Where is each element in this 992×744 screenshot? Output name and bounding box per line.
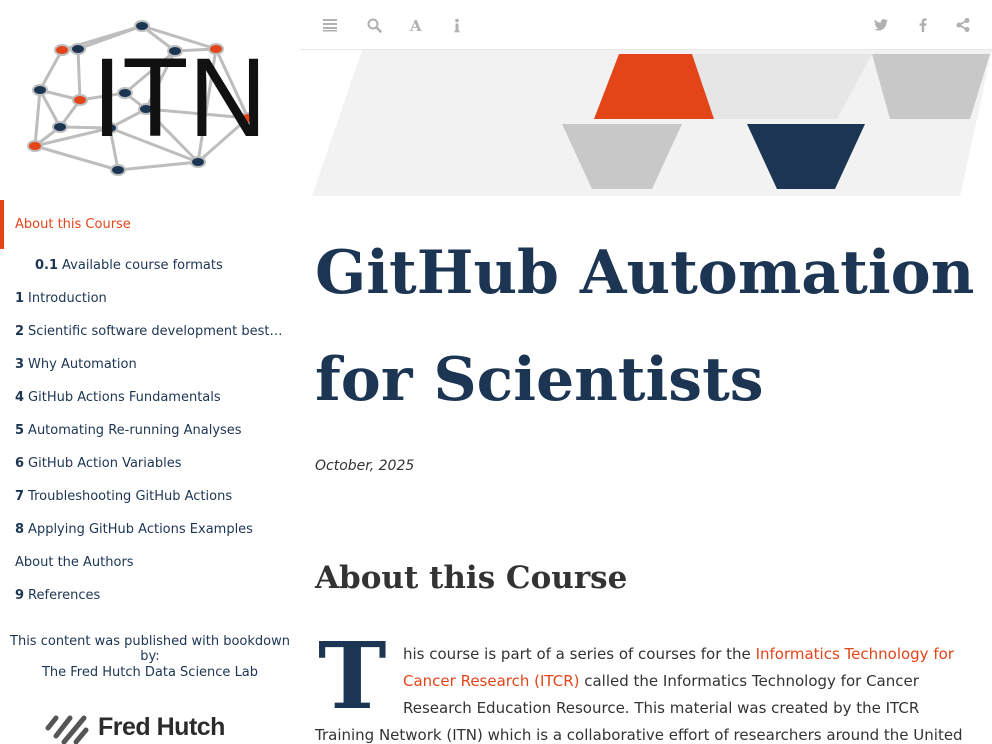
toc-label: Automating Re-running Analyses: [28, 423, 242, 438]
itcr-link-cont[interactable]: Cancer Research (ITCR): [403, 672, 579, 690]
book-title: GitHub Automation for Scientists: [315, 220, 975, 434]
toc-label: Troubleshooting GitHub Actions: [28, 489, 233, 504]
font-settings-button[interactable]: A: [407, 15, 427, 35]
intro-paragraph-line-4: Training Network (ITN) which is a collab…: [315, 726, 963, 744]
toc-label: About this Course: [15, 217, 131, 232]
toc-number: 8: [15, 522, 25, 537]
toc-label: References: [28, 588, 101, 603]
toc-number: 6: [15, 456, 25, 471]
section-heading-about: About this Course: [315, 560, 628, 596]
toc-item-course-formats[interactable]: 0.1 Available course formats: [0, 249, 300, 282]
intro-text: called the Informatics Technology for Ca…: [579, 672, 919, 690]
toc-item-rerunning-analyses[interactable]: 5 Automating Re-running Analyses: [0, 414, 300, 447]
toc-item-why-automation[interactable]: 3 Why Automation: [0, 348, 300, 381]
fred-hutch-text: Fred Hutch: [98, 713, 225, 741]
table-of-contents: About this Course 0.1 Available course f…: [0, 200, 300, 612]
toc-number: 4: [15, 390, 25, 405]
twitter-icon: [874, 19, 888, 31]
info-icon: [454, 18, 460, 32]
toc-item-introduction[interactable]: 1 Introduction: [0, 282, 300, 315]
toc-toggle-button[interactable]: [320, 15, 340, 35]
svg-text:A: A: [409, 18, 422, 33]
toc-item-references[interactable]: 9 References: [0, 579, 300, 612]
toc-label: Why Automation: [28, 357, 137, 372]
toc-item-about-course[interactable]: About this Course: [0, 200, 300, 249]
main-content: GitHub Automation for Scientists October…: [300, 50, 992, 744]
toc-label: About the Authors: [15, 555, 134, 570]
fred-hutch-mark-icon: [45, 715, 89, 744]
toc-item-about-authors[interactable]: About the Authors: [0, 546, 300, 579]
published-with-text: This content was published with bookdown…: [10, 634, 290, 664]
toc-item-actions-fundamentals[interactable]: 4 GitHub Actions Fundamentals: [0, 381, 300, 414]
intro-paragraph-line-3: Research Education Resource. This materi…: [403, 699, 920, 717]
itn-logo: ITN: [27, 20, 267, 176]
share-button[interactable]: [953, 15, 973, 35]
toc-label: Applying GitHub Actions Examples: [28, 522, 253, 537]
facebook-icon: [919, 18, 927, 32]
share-icon: [956, 18, 970, 32]
book-toolbar: A: [300, 0, 992, 50]
toc-number: 0.1: [35, 258, 59, 273]
course-banner-image: [312, 50, 992, 196]
toc-number: 3: [15, 357, 25, 372]
search-icon: [367, 18, 382, 33]
publication-date: October, 2025: [315, 458, 415, 474]
toc-label: Introduction: [28, 291, 107, 306]
title-line-2: for Scientists: [315, 345, 764, 415]
fred-hutch-logo: Fred Hutch: [42, 705, 242, 744]
toc-item-actions-examples[interactable]: 8 Applying GitHub Actions Examples: [0, 513, 300, 546]
toc-label: Scientific software development best …: [28, 324, 284, 339]
toc-number: 7: [15, 489, 25, 504]
toc-item-best-practices[interactable]: 2 Scientific software development best …: [0, 315, 300, 348]
toc-label: Available course formats: [62, 258, 223, 273]
twitter-share-button[interactable]: [871, 15, 891, 35]
title-line-1: GitHub Automation: [315, 238, 975, 308]
itcr-link[interactable]: Informatics Technology for: [756, 645, 954, 663]
font-settings-icon: A: [409, 18, 422, 33]
intro-text: his course is part of a series of course…: [403, 645, 756, 663]
toc-number: 1: [15, 291, 25, 306]
intro-paragraph-line-2: Cancer Research (ITCR) called the Inform…: [403, 668, 983, 695]
toc-toggle-icon: [323, 19, 337, 32]
toc-item-action-variables[interactable]: 6 GitHub Action Variables: [0, 447, 300, 480]
toc-item-troubleshooting[interactable]: 7 Troubleshooting GitHub Actions: [0, 480, 300, 513]
toc-label: GitHub Actions Fundamentals: [28, 390, 221, 405]
toc-label: GitHub Action Variables: [28, 456, 182, 471]
sidebar: ITN About this Course 0.1 Available cour…: [0, 0, 300, 744]
search-button[interactable]: [364, 15, 384, 35]
publisher-link[interactable]: The Fred Hutch Data Science Lab: [0, 665, 300, 680]
drop-cap-letter: T: [318, 622, 387, 730]
logo-text: ITN: [92, 35, 267, 160]
toc-number: 9: [15, 588, 25, 603]
facebook-share-button[interactable]: [913, 15, 933, 35]
toc-number: 2: [15, 324, 25, 339]
toc-number: 5: [15, 423, 25, 438]
info-button[interactable]: [447, 15, 467, 35]
intro-paragraph-line-1: his course is part of a series of course…: [403, 641, 983, 668]
